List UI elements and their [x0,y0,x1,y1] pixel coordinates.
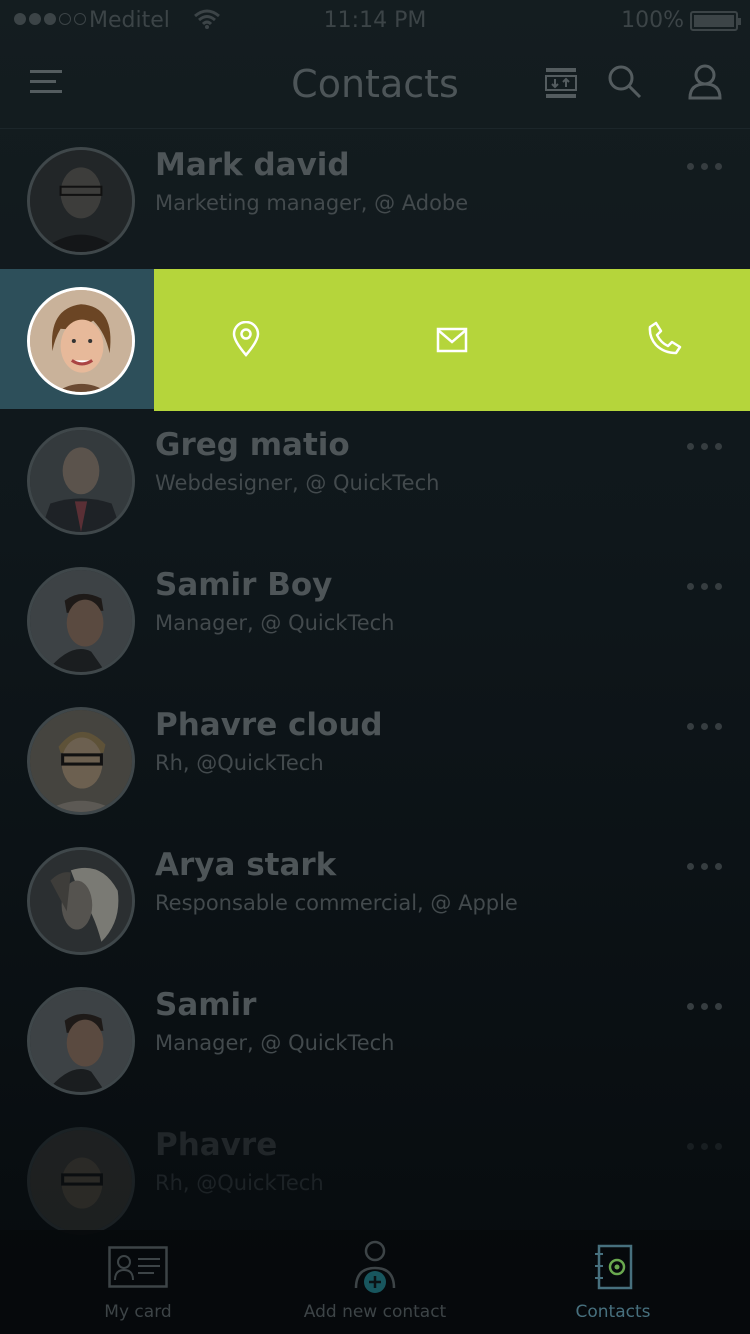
tab-label: My card [104,1302,172,1322]
contact-subtitle: Rh, @QuickTech [155,751,324,775]
avatar [27,1127,135,1235]
bottom-tab-bar: My card Add new contact Contacts [0,1230,750,1334]
contact-row[interactable]: Arya stark Responsable commercial, @ App… [0,829,750,969]
contact-list: Mark david Marketing manager, @ Adobe Gr… [0,129,750,1249]
contact-row[interactable]: Samir Manager, @ QuickTech [0,969,750,1109]
avatar [27,987,135,1095]
contact-subtitle: Rh, @QuickTech [155,1171,324,1195]
location-icon[interactable] [232,321,260,357]
more-options-icon[interactable] [687,1003,722,1010]
avatar [27,287,135,395]
avatar [27,427,135,535]
contact-row[interactable]: Greg matio Webdesigner, @ QuickTech [0,409,750,549]
contact-name: Samir Boy [155,567,333,603]
contact-row[interactable]: Phavre cloud Rh, @QuickTech [0,689,750,829]
tab-add-contact[interactable]: Add new contact [280,1230,470,1334]
more-options-icon[interactable] [687,723,722,730]
contact-subtitle: Webdesigner, @ QuickTech [155,471,440,495]
more-options-icon[interactable] [687,443,722,450]
mail-icon[interactable] [436,327,468,353]
profile-icon[interactable] [688,64,722,100]
more-options-icon[interactable] [687,583,722,590]
avatar [27,147,135,255]
more-options-icon[interactable] [687,1143,722,1150]
contact-row[interactable]: Mark david Marketing manager, @ Adobe [0,129,750,269]
app-header: Contacts [0,40,750,129]
id-card-icon [108,1246,168,1288]
phone-icon[interactable] [648,321,682,355]
battery-percentage: 100% [621,8,684,33]
search-icon[interactable] [607,64,643,100]
add-user-icon [354,1240,396,1293]
battery-icon [690,11,741,31]
contact-name: Phavre cloud [155,707,383,743]
contact-name: Arya stark [155,847,337,883]
tab-my-card[interactable]: My card [60,1230,216,1334]
contact-name: Greg matio [155,427,350,463]
contact-row[interactable]: Phavre Rh, @QuickTech [0,1109,750,1249]
status-bar: Meditel 11:14 PM 100% [0,0,750,40]
avatar [27,847,135,955]
contact-name: Samir [155,987,257,1023]
contact-subtitle: Manager, @ QuickTech [155,611,395,635]
avatar [27,707,135,815]
more-options-icon[interactable] [687,163,722,170]
contact-subtitle: Marketing manager, @ Adobe [155,191,469,215]
tab-label: Add new contact [303,1302,447,1322]
address-book-icon [595,1244,633,1290]
contact-name: Phavre [155,1127,278,1163]
contact-subtitle: Manager, @ QuickTech [155,1031,395,1055]
avatar [27,567,135,675]
contact-row[interactable]: Samir Boy Manager, @ QuickTech [0,549,750,689]
swipe-action-panel [154,269,750,411]
contact-name: Mark david [155,147,350,183]
tab-contacts[interactable]: Contacts [548,1230,678,1334]
contact-subtitle: Responsable commercial, @ Apple [155,891,518,915]
contact-row-active[interactable] [0,269,750,411]
more-options-icon[interactable] [687,863,722,870]
tab-label: Contacts [575,1302,651,1322]
sort-icon[interactable] [544,66,578,100]
